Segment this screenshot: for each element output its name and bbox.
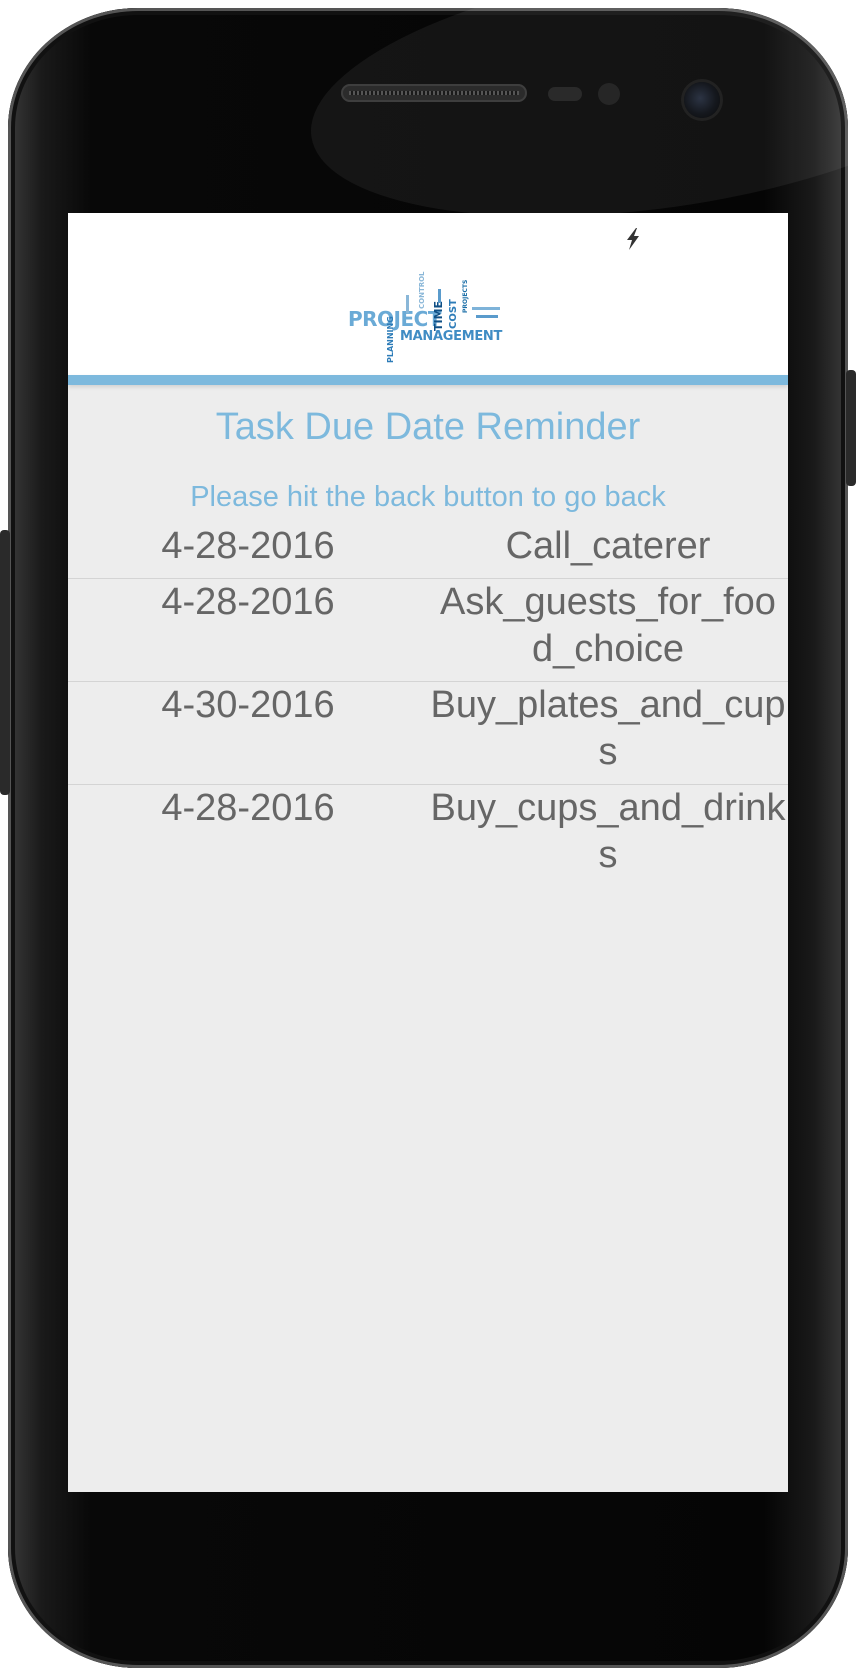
logo-word: MANAGEMENT [400, 329, 503, 344]
task-date: 4-30-2016 [161, 684, 335, 726]
logo-word: TIME [432, 300, 445, 331]
task-date: 4-28-2016 [161, 581, 335, 623]
task-name: Buy_cups_and_drinks [430, 787, 786, 876]
logo-decoration [476, 315, 498, 318]
task-date: 4-28-2016 [161, 525, 335, 567]
header-divider [68, 375, 788, 385]
task-list: 4-28-2016 Call_caterer 4-28-2016 Ask_gue… [68, 523, 788, 887]
page-title: Task Due Date Reminder [215, 406, 641, 448]
task-date: 4-28-2016 [161, 787, 335, 829]
logo-word: COST [448, 299, 459, 329]
speaker-grille [341, 84, 527, 102]
app-header: PROJECT MANAGEMENT TIME COST CONTROL PLA… [68, 263, 788, 375]
task-row[interactable]: 4-30-2016 Buy_plates_and_cups [68, 682, 788, 785]
task-row[interactable]: 4-28-2016 Call_caterer [68, 523, 788, 579]
logo-word: CONTROL [418, 271, 426, 309]
back-hint-text: Please hit the back button to go back [190, 481, 666, 513]
app-screen: PROJECT MANAGEMENT TIME COST CONTROL PLA… [68, 213, 788, 1492]
task-row[interactable]: 4-28-2016 Ask_guests_for_food_choice [68, 579, 788, 682]
logo-word: PROJECTS [462, 279, 469, 313]
task-name: Call_caterer [505, 525, 711, 567]
task-name: Buy_plates_and_cups [430, 684, 786, 773]
task-name: Ask_guests_for_food_choice [440, 581, 776, 670]
front-camera [684, 82, 720, 118]
logo-word: PLANNING [386, 316, 395, 363]
logo-decoration [438, 289, 441, 303]
power-button[interactable] [846, 370, 856, 486]
volume-buttons[interactable] [0, 530, 10, 795]
flash-icon [627, 228, 639, 250]
task-row[interactable]: 4-28-2016 Buy_cups_and_drinks [68, 785, 788, 887]
proximity-sensor [548, 87, 582, 101]
logo-decoration [472, 307, 500, 310]
status-bar [68, 213, 788, 263]
light-sensor [598, 83, 620, 105]
logo-decoration [406, 295, 409, 313]
project-management-logo: PROJECT MANAGEMENT TIME COST CONTROL PLA… [346, 269, 506, 369]
